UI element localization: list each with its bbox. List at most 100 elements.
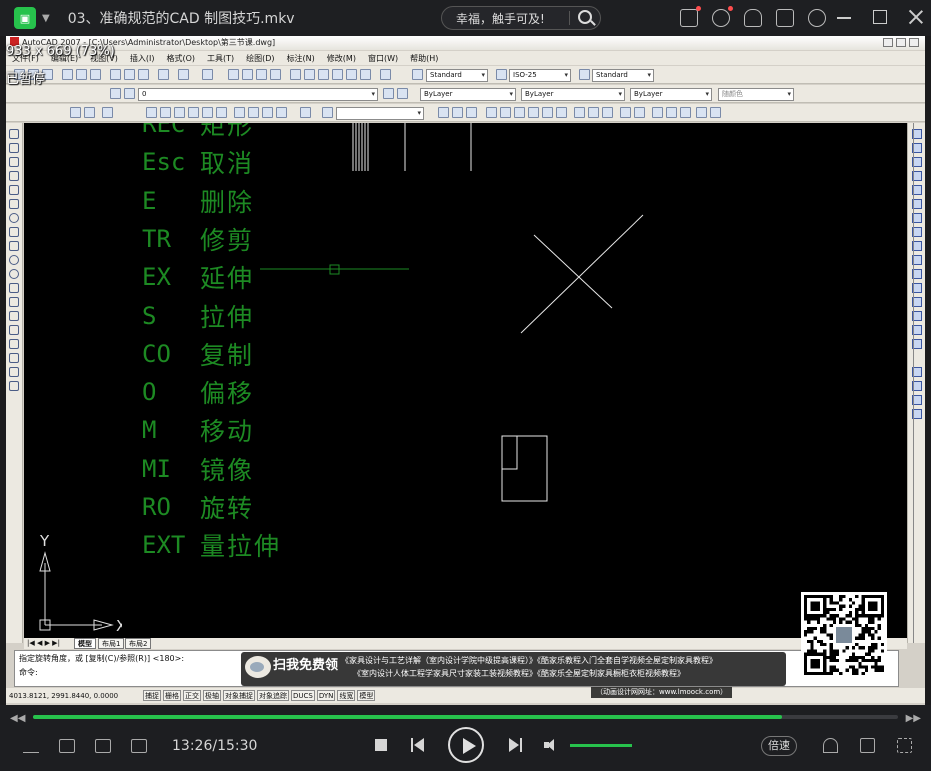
- extend-icon: [588, 107, 599, 118]
- app-logo-icon[interactable]: ▣: [14, 7, 36, 29]
- mirror-icon: [466, 107, 477, 118]
- title-icon-group: [680, 6, 826, 27]
- maximize-icon[interactable]: [873, 10, 887, 24]
- chevron-down-icon[interactable]: ▼: [42, 13, 50, 24]
- status-ortho: 正交: [183, 690, 201, 701]
- spline-icon: [9, 241, 19, 251]
- clock-icon[interactable]: [808, 9, 826, 27]
- progress-fill: [33, 715, 783, 719]
- player-window: ▣ ▼ 03、准确规范的CAD 制图技巧.mkv 幸福，触手可及! AutoCA…: [0, 0, 931, 771]
- cut-icon: [110, 69, 121, 80]
- screenshot-icon[interactable]: [59, 739, 75, 753]
- color-combo: ByLayer: [420, 88, 516, 101]
- text-style-icon: [412, 69, 423, 80]
- lineweight-combo: ByLayer: [630, 88, 712, 101]
- rotate-icon: [528, 107, 539, 118]
- table-style-icon: [579, 69, 590, 80]
- line-icon: [9, 129, 19, 139]
- iso-nw-icon: [276, 107, 287, 118]
- help-icon: [380, 69, 391, 80]
- next-button[interactable]: [508, 738, 522, 752]
- explode-icon: [652, 107, 663, 118]
- status-ducs: DUCS: [291, 690, 315, 701]
- acad-toolbar-modify: [6, 104, 925, 122]
- volume-icon[interactable]: [544, 739, 558, 751]
- drawing-scrollbar: [913, 123, 914, 643]
- region-icon: [680, 107, 691, 118]
- skin-icon[interactable]: [776, 9, 794, 27]
- view-top-icon: [146, 107, 157, 118]
- tab-layout1: 布局1: [98, 638, 125, 649]
- search-text[interactable]: 幸福，触手可及!: [456, 10, 545, 27]
- play-button[interactable]: [448, 727, 484, 763]
- fullscreen-icon[interactable]: [897, 738, 912, 753]
- ws-settings-icon: [84, 107, 95, 118]
- speed-button[interactable]: 倍速: [761, 736, 797, 756]
- ws-icon: [70, 107, 81, 118]
- ellipse-icon: [9, 255, 19, 265]
- trim-icon: [574, 107, 585, 118]
- menu-window: 窗口(W): [367, 53, 399, 63]
- volume-slider[interactable]: [570, 744, 632, 747]
- zoom-icon: [242, 69, 253, 80]
- status-snap: 捕捉: [143, 690, 161, 701]
- brush-icon[interactable]: [823, 738, 838, 753]
- time-display: 13:26/15:30: [172, 738, 258, 754]
- acad-statusbar: 4013.8121, 2991.8440, 0.0000 捕捉 栅格 正交 极轴…: [6, 688, 925, 703]
- status-polar: 极轴: [203, 690, 221, 701]
- record-icon[interactable]: [131, 739, 147, 753]
- view-front-icon: [202, 107, 213, 118]
- minimize-icon[interactable]: [837, 10, 851, 24]
- acad-maximize-icon: [896, 38, 906, 47]
- text-style-combo: Standard: [426, 69, 488, 82]
- stop-button[interactable]: [375, 739, 387, 751]
- make-current-icon: [383, 88, 394, 99]
- view-combo: [336, 107, 424, 120]
- menu-dimension: 标注(N): [286, 53, 315, 63]
- dim-style-icon: [496, 69, 507, 80]
- previous-button[interactable]: [411, 738, 425, 752]
- player-titlebar: ▣ ▼ 03、准确规范的CAD 制图技巧.mkv 幸福，触手可及!: [0, 0, 931, 36]
- preview-icon: [76, 69, 87, 80]
- ucs-icon: Y X: [39, 532, 122, 633]
- progress-bar[interactable]: [33, 715, 898, 719]
- promo-line-2: 《室内设计人体工程学家具尺寸家装工装视频教程》《酷家乐全屋定制家具橱柜衣柜视频教…: [353, 669, 685, 678]
- move-icon: [514, 107, 525, 118]
- modify-palette: [907, 123, 925, 643]
- notify-icon[interactable]: [712, 6, 733, 27]
- layer-manager-icon: [110, 88, 121, 99]
- text-a-icon: [9, 381, 19, 391]
- print-icon: [62, 69, 73, 80]
- qr-code: [801, 592, 887, 678]
- cast-icon[interactable]: [95, 739, 111, 753]
- linetype-combo: ByLayer: [521, 88, 625, 101]
- tab-nav-arrows: |◀ ◀ ▶ ▶|: [27, 639, 60, 647]
- calc-icon: [360, 69, 371, 80]
- close-icon[interactable]: [909, 10, 923, 24]
- wechat-icon: [245, 656, 271, 678]
- view-back-icon: [216, 107, 227, 118]
- ellipse-arc-icon: [9, 269, 19, 279]
- toolbox-icon[interactable]: [860, 738, 875, 753]
- iso-sw-icon: [234, 107, 245, 118]
- video-frame[interactable]: AutoCAD 2007 - [C:\Users\Administrator\D…: [6, 36, 925, 705]
- pan-icon: [228, 69, 239, 80]
- recent-icon[interactable]: [680, 6, 701, 27]
- eject-icon[interactable]: [23, 739, 39, 753]
- menu-tools: 工具(T): [207, 53, 235, 63]
- coordinate-readout: 4013.8121, 2991.8440, 0.0000: [9, 691, 119, 700]
- plotstyle-combo: 随颜色: [718, 88, 794, 101]
- acad-toolbar-standard: Standard ISO-25 Standard: [6, 66, 925, 84]
- acad-minimize-icon: [883, 38, 893, 47]
- status-osnap: 对象捕捉: [223, 690, 255, 701]
- fast-forward-icon[interactable]: ▶▶: [906, 713, 921, 724]
- scale-icon: [542, 107, 553, 118]
- promo-website: （动画设计网网址：www.lmoock.com）: [591, 687, 733, 698]
- view-right-icon: [188, 107, 199, 118]
- draw-palette: [6, 123, 23, 643]
- search-icon[interactable]: [578, 10, 592, 24]
- rewind-icon[interactable]: ◀◀: [10, 713, 25, 724]
- promo-headline: 扫我免费领: [273, 658, 339, 673]
- search-box[interactable]: 幸福，触手可及!: [441, 6, 601, 30]
- hand-icon[interactable]: [744, 9, 762, 27]
